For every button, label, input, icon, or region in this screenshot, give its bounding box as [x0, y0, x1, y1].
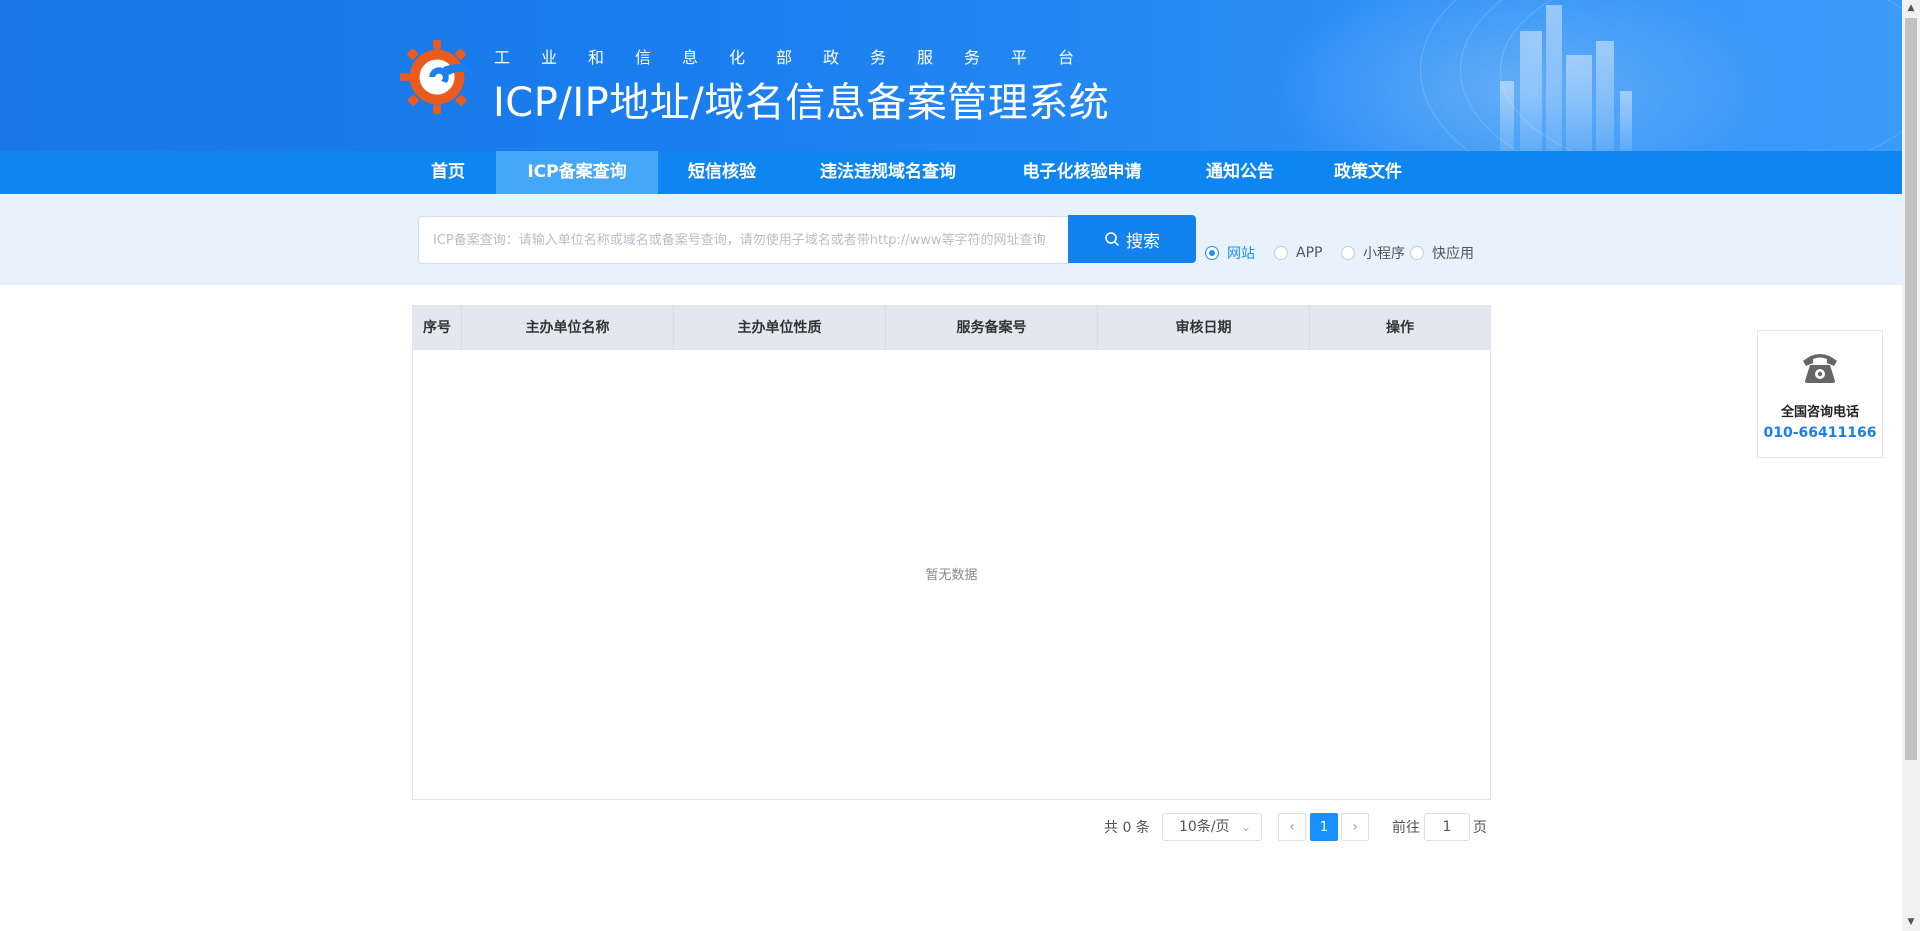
radio-label: 小程序: [1363, 246, 1405, 262]
main-nav: 首页 ICP备案查询 短信核验 违法违规域名查询 电子化核验申请 通知公告 政策…: [0, 151, 1902, 194]
nav-item-home[interactable]: 首页: [412, 151, 484, 194]
nav-item-illegal-domain-query[interactable]: 违法违规域名查询: [806, 151, 970, 194]
radio-dot: [1274, 246, 1288, 260]
search-button-label: 搜索: [1126, 231, 1160, 252]
consult-hotline-widget: 全国咨询电话 010-66411166: [1757, 330, 1883, 458]
consult-label: 全国咨询电话: [1780, 405, 1859, 420]
chevron-left-icon: ‹: [1289, 819, 1295, 835]
nav-item-policy-docs[interactable]: 政策文件: [1322, 151, 1414, 194]
radio-type-quick-app[interactable]: 快应用: [1410, 244, 1474, 262]
table-header: 序号 主办单位名称 主办单位性质 服务备案号 审核日期 操作: [413, 306, 1490, 350]
vertical-scrollbar[interactable]: ▲ ▼: [1902, 0, 1920, 931]
chevron-right-icon: ›: [1352, 819, 1358, 835]
logo-icon: [400, 39, 475, 115]
nav-item-electronic-verify[interactable]: 电子化核验申请: [1006, 151, 1158, 194]
prev-page-button[interactable]: ‹: [1278, 813, 1306, 841]
column-header-org-name: 主办单位名称: [462, 306, 674, 350]
column-header-actions: 操作: [1386, 320, 1414, 336]
next-page-button[interactable]: ›: [1341, 813, 1369, 841]
chevron-down-icon: ⌄: [1240, 820, 1251, 834]
scrollbar-thumb[interactable]: [1905, 18, 1917, 760]
goto-suffix: 页: [1473, 820, 1487, 836]
radio-type-mini-program[interactable]: 小程序: [1341, 244, 1405, 262]
page: 工业和信息化部政务服务平台 ICP/IP地址/域名信息备案管理系统 首页 ICP…: [0, 0, 1920, 931]
page-size-value: 10条/页: [1179, 819, 1230, 835]
results-table: 序号 主办单位名称 主办单位性质 服务备案号 审核日期 操作 暂无数据: [412, 305, 1491, 800]
radio-dot: [1205, 246, 1219, 260]
scroll-down-arrow-icon[interactable]: ▼: [1902, 914, 1920, 931]
nav-item-notices[interactable]: 通知公告: [1194, 151, 1286, 194]
goto-page-input[interactable]: [1424, 813, 1470, 841]
nav-item-sms-verify[interactable]: 短信核验: [676, 151, 768, 194]
empty-state-text: 暂无数据: [925, 568, 978, 583]
scroll-up-arrow-icon[interactable]: ▲: [1902, 0, 1920, 17]
page-title: ICP/IP地址/域名信息备案管理系统: [493, 80, 1110, 126]
telephone-icon: [1803, 354, 1837, 383]
goto-label: 前往: [1392, 820, 1420, 836]
radio-dot: [1341, 246, 1355, 260]
column-header-record-number: 服务备案号: [886, 306, 1098, 350]
search-icon: [1105, 232, 1119, 246]
search-button[interactable]: 搜索: [1068, 215, 1196, 263]
total-count: 共 0 条: [1104, 820, 1150, 836]
header-banner: 工业和信息化部政务服务平台 ICP/IP地址/域名信息备案管理系统: [0, 0, 1902, 151]
page-size-select[interactable]: 10条/页 ⌄: [1162, 813, 1262, 841]
column-header-org-type: 主办单位性质: [674, 306, 886, 350]
column-header-review-date: 审核日期: [1098, 306, 1310, 350]
radio-label: 快应用: [1432, 246, 1474, 262]
page-number-current[interactable]: 1: [1310, 813, 1338, 841]
radio-type-website[interactable]: 网站: [1205, 244, 1255, 262]
radio-type-app[interactable]: APP: [1274, 244, 1322, 262]
column-header-index: 序号: [413, 306, 462, 350]
search-input[interactable]: [418, 216, 1070, 264]
radio-dot: [1410, 246, 1424, 260]
header-subtitle: 工业和信息化部政务服务平台: [494, 48, 1106, 67]
consult-phone-number: 010-66411166: [1763, 425, 1877, 441]
nav-item-icp-query[interactable]: ICP备案查询: [496, 151, 658, 194]
radio-label: APP: [1296, 245, 1323, 261]
search-panel: 搜索 网站 APP 小程序 快应用: [0, 194, 1902, 285]
radio-label: 网站: [1227, 246, 1255, 262]
